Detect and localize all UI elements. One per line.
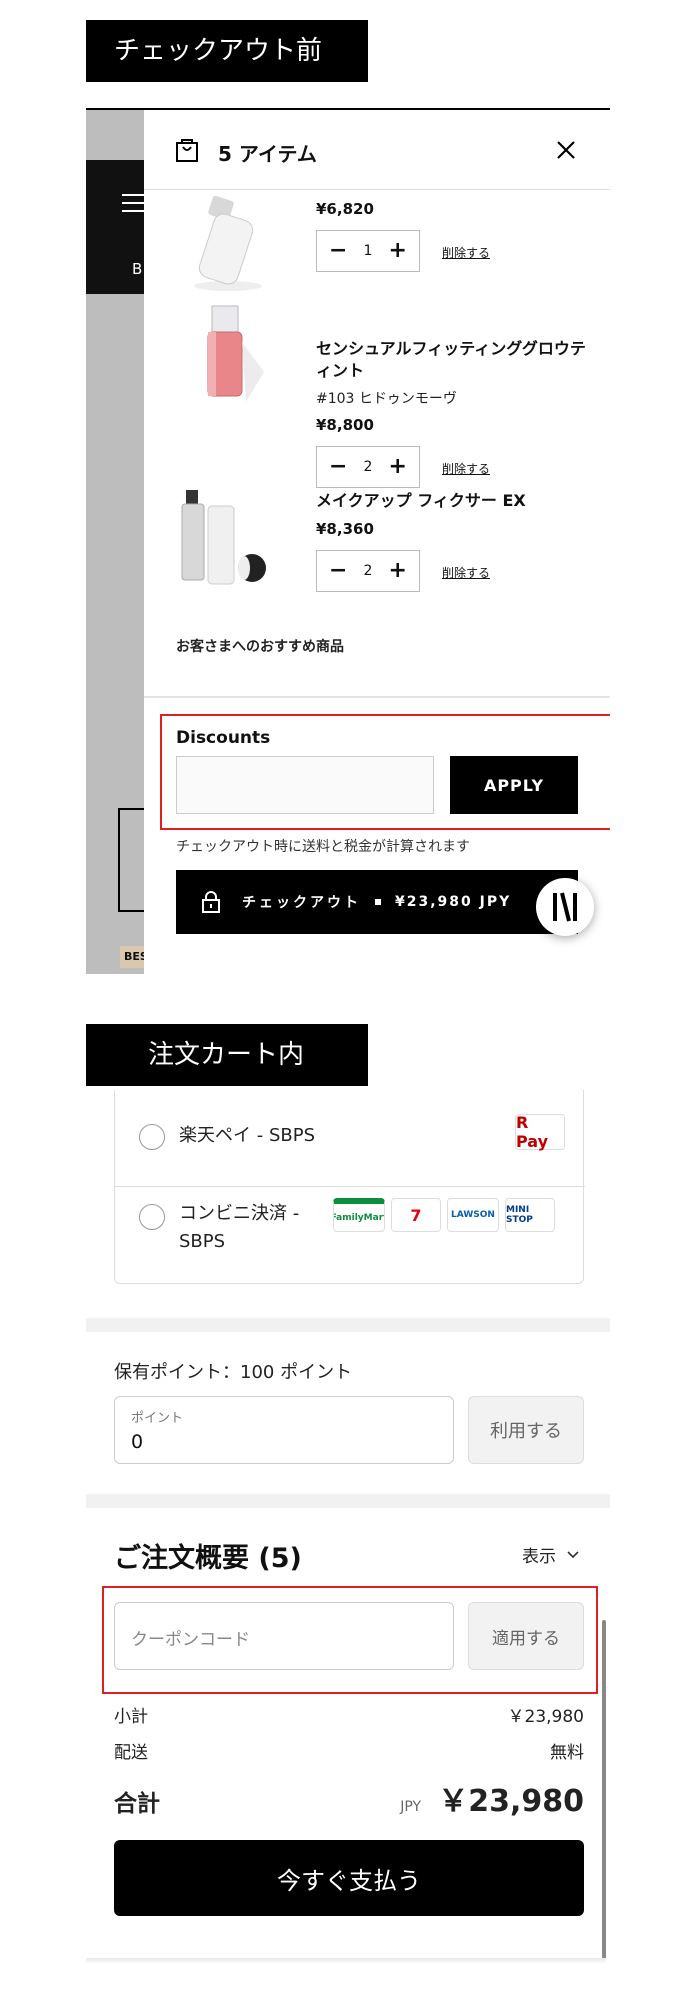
- bottom-edge: [86, 1958, 606, 1964]
- order-page-screenshot: 楽天ペイ - SBPS R Pay コンビニ決済 - SBPS FamilyMa…: [86, 1090, 610, 1964]
- section-separator: [86, 1494, 610, 1508]
- remove-item-link[interactable]: 削除する: [442, 564, 490, 581]
- checkout-label: チェックアウト: [242, 895, 361, 911]
- quantity-stepper[interactable]: − 1 +: [316, 230, 420, 272]
- discount-code-input[interactable]: [176, 756, 434, 814]
- product-price: ¥8,800: [316, 416, 374, 434]
- total-value: ￥23,980: [438, 1784, 584, 1819]
- rakuten-pay-logo-icon: R Pay: [515, 1113, 565, 1151]
- total-label: 合計: [114, 1791, 160, 1817]
- payment-methods-box: 楽天ペイ - SBPS R Pay コンビニ決済 - SBPS FamilyMa…: [114, 1090, 585, 1284]
- apply-coupon-button[interactable]: 適用する: [468, 1602, 584, 1670]
- show-toggle-label: 表示: [522, 1547, 556, 1567]
- shipping-label: 配送: [114, 1743, 148, 1763]
- decrease-quantity-button[interactable]: −: [329, 560, 347, 582]
- shipping-value: 無料: [550, 1743, 584, 1763]
- recommendations-heading: お客さまへのおすすめ商品: [176, 639, 344, 655]
- section-label-before-checkout: チェックアウト前: [86, 20, 368, 82]
- product-image-serum: [194, 195, 262, 291]
- ministop-logo-icon: MINI STOP: [505, 1198, 555, 1232]
- quantity-value: 2: [363, 459, 373, 475]
- familymart-logo-icon: FamilyMart: [333, 1198, 385, 1232]
- chevron-down-icon: [567, 1550, 579, 1558]
- held-points-label: 保有ポイント：100 ポイント: [114, 1362, 353, 1383]
- scrollbar[interactable]: [602, 1620, 606, 1960]
- product-image-lip-tint: [207, 305, 264, 402]
- payment-option-rakuten[interactable]: 楽天ペイ - SBPS R Pay: [115, 1090, 585, 1186]
- cart-drawer: 5 アイテム ¥6,820 − 1 + 削除する センシュアルフィッティンググロ…: [144, 110, 610, 974]
- radio-button[interactable]: [139, 1124, 165, 1150]
- checkout-amount: ¥23,980 JPY: [395, 894, 512, 910]
- product-name[interactable]: センシュアルフィッティンググロウティント: [316, 338, 586, 382]
- brand-badge-icon[interactable]: [536, 878, 594, 936]
- section-label-in-cart: 注文カート内: [86, 1024, 368, 1086]
- cart-drawer-screenshot: B BES 5 アイテム ¥6,820 − 1 + 削除する センシュアルフィッ…: [86, 108, 610, 974]
- decrease-quantity-button[interactable]: −: [329, 456, 347, 478]
- checkout-button[interactable]: チェックアウト ¥23,980 JPY: [176, 870, 578, 934]
- total-row: 合計 JPY ￥23,980: [114, 1776, 584, 1820]
- background-nav-letter: B: [132, 260, 143, 278]
- radio-button[interactable]: [139, 1204, 165, 1230]
- product-name[interactable]: メイクアップ フィクサー EX: [316, 490, 586, 512]
- pay-now-button[interactable]: 今すぐ支払う: [114, 1840, 584, 1916]
- product-image-fixer: [181, 490, 266, 585]
- coupon-code-input[interactable]: クーポンコード: [114, 1602, 454, 1670]
- quantity-value: 1: [363, 243, 373, 259]
- product-price: ¥8,360: [316, 520, 374, 538]
- decrease-quantity-button[interactable]: −: [329, 240, 347, 262]
- increase-quantity-button[interactable]: +: [389, 240, 407, 262]
- remove-item-link[interactable]: 削除する: [442, 244, 490, 261]
- discounts-heading: Discounts: [176, 728, 271, 748]
- increase-quantity-button[interactable]: +: [389, 560, 407, 582]
- subtotal-label: 小計: [114, 1707, 148, 1727]
- points-input-label: ポイント: [131, 1411, 184, 1426]
- n-logo-icon: [553, 892, 577, 922]
- order-summary-title: ご注文概要 (5): [114, 1543, 302, 1574]
- apply-discount-button[interactable]: APPLY: [450, 756, 578, 814]
- payment-option-label: コンビニ決済 - SBPS: [179, 1203, 300, 1252]
- remove-item-link[interactable]: 削除する: [442, 460, 490, 477]
- quantity-stepper[interactable]: − 2 +: [316, 550, 420, 592]
- section-separator: [86, 1318, 610, 1332]
- quantity-value: 2: [363, 563, 373, 579]
- product-variant: #103 ヒドゥンモーヴ: [316, 391, 457, 407]
- background-badge: BES: [120, 946, 144, 968]
- show-summary-toggle[interactable]: 表示: [522, 1542, 580, 1567]
- divider: [144, 696, 610, 698]
- lawson-logo-icon: LAWSON: [447, 1198, 499, 1232]
- quantity-stepper[interactable]: − 2 +: [316, 446, 420, 488]
- hamburger-menu-icon: [122, 194, 144, 214]
- coupon-placeholder: クーポンコード: [131, 1630, 250, 1650]
- subtotal-value: ￥23,980: [507, 1707, 584, 1727]
- separator-dot: [375, 899, 381, 905]
- payment-option-label: 楽天ペイ - SBPS: [179, 1125, 315, 1146]
- currency-code: JPY: [400, 1799, 422, 1815]
- points-input-value: 0: [131, 1431, 144, 1453]
- drawer-header: 5 アイテム: [144, 110, 610, 190]
- product-price: ¥6,820: [316, 200, 374, 218]
- tax-shipping-note: チェックアウト時に送料と税金が計算されます: [176, 839, 470, 855]
- shopping-bag-icon: [176, 139, 198, 162]
- shipping-row: 配送 無料: [114, 1738, 584, 1763]
- close-icon[interactable]: [556, 140, 576, 160]
- seven-eleven-logo-icon: 7: [391, 1198, 441, 1232]
- background-banner-frame: [118, 808, 144, 912]
- points-input[interactable]: ポイント 0: [114, 1396, 454, 1464]
- use-points-button[interactable]: 利用する: [468, 1396, 584, 1464]
- increase-quantity-button[interactable]: +: [389, 456, 407, 478]
- drawer-title: 5 アイテム: [218, 142, 317, 166]
- lock-icon: [202, 891, 220, 913]
- subtotal-row: 小計 ￥23,980: [114, 1702, 584, 1727]
